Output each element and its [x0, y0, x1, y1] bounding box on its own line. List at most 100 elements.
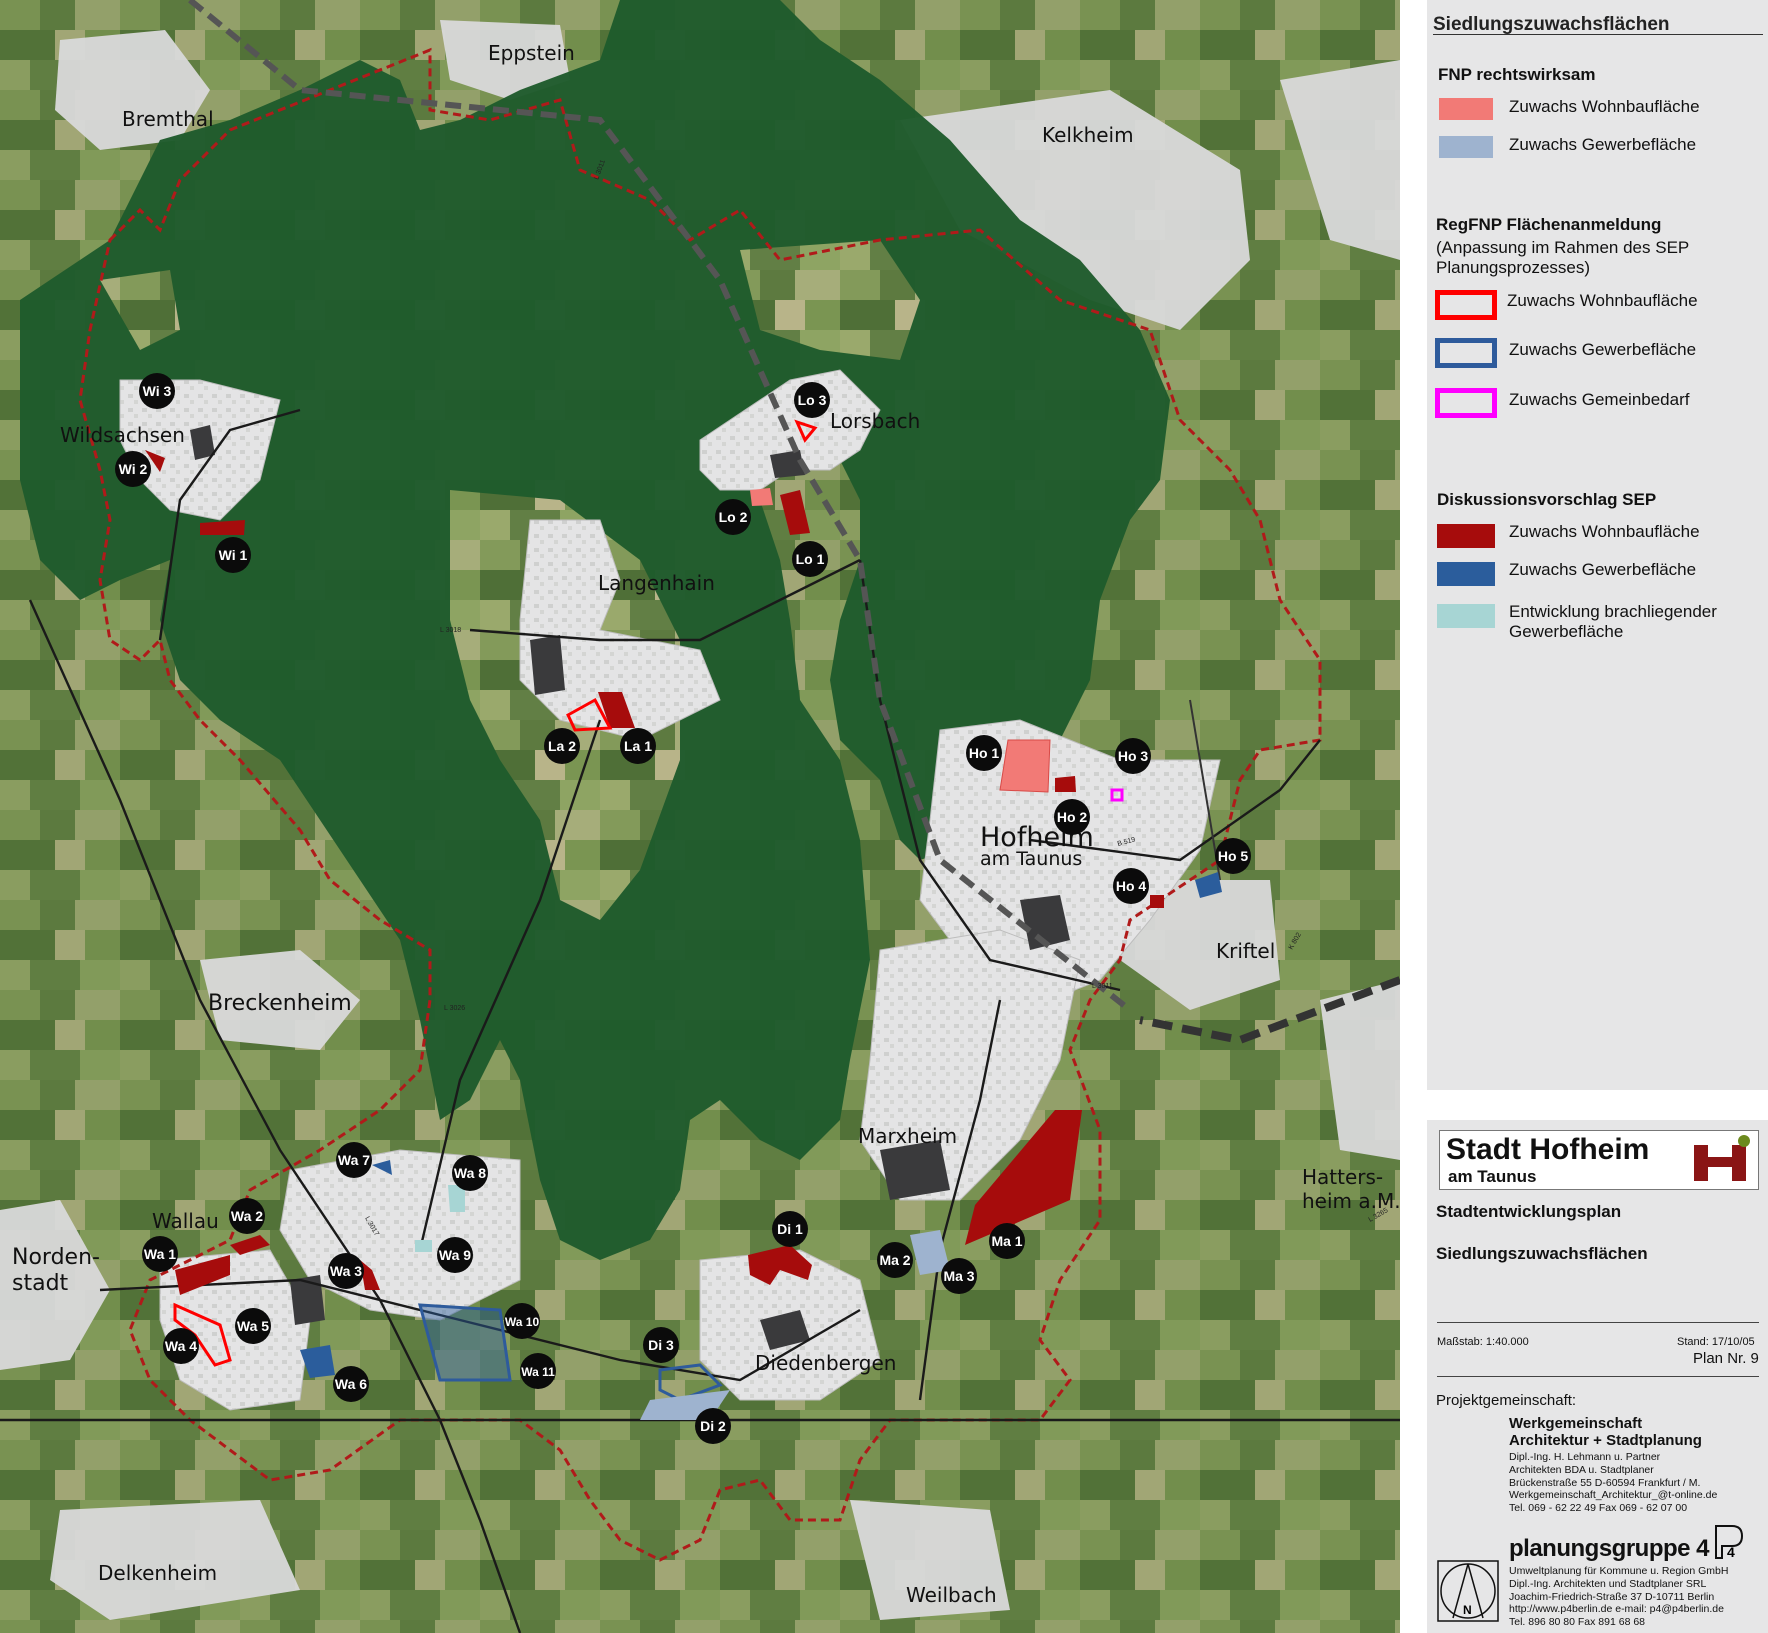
- area-marker[interactable]: Wi 3: [139, 373, 175, 409]
- aerial-map: Eppstein Bremthal Kelkheim Lorsbach Wild…: [0, 0, 1400, 1633]
- area-marker[interactable]: La 1: [620, 728, 656, 764]
- area-marker[interactable]: Di 2: [695, 1408, 731, 1444]
- area-marker[interactable]: Ho 1: [966, 735, 1002, 771]
- place-nordenstadt-1: Norden-: [12, 1245, 100, 1270]
- firm2-line: http://www.p4berlin.de e-mail: p4@p4berl…: [1509, 1603, 1724, 1616]
- legend-label: Zuwachs Gewerbefläche: [1509, 560, 1697, 579]
- area-marker[interactable]: Wi 2: [115, 451, 151, 487]
- area-marker[interactable]: Wa 7: [336, 1142, 372, 1178]
- area-marker[interactable]: Wa 11: [520, 1353, 556, 1389]
- project-label: Projektgemeinschaft:: [1436, 1392, 1577, 1409]
- area-marker[interactable]: Ho 2: [1054, 799, 1090, 835]
- marker-label: Ho 3: [1118, 748, 1149, 764]
- marker-label: Ma 1: [991, 1233, 1022, 1249]
- area-marker[interactable]: Ma 1: [989, 1223, 1025, 1259]
- area-marker[interactable]: Wa 2: [229, 1198, 265, 1234]
- area-marker[interactable]: Di 3: [643, 1327, 679, 1363]
- firm1-line: Dipl.-Ing. H. Lehmann u. Partner: [1509, 1451, 1661, 1463]
- area-marker[interactable]: Ma 3: [941, 1258, 977, 1294]
- area-marker[interactable]: Lo 1: [792, 541, 828, 577]
- area-marker[interactable]: Wa 9: [437, 1237, 473, 1273]
- marker-label: Di 3: [648, 1337, 674, 1353]
- firm1-name-1: Werkgemeinschaft: [1509, 1415, 1643, 1432]
- marker-label: Wa 3: [330, 1263, 362, 1279]
- place-nordenstadt-2: stadt: [12, 1271, 69, 1296]
- marker-label: Ho 4: [1116, 878, 1147, 894]
- swatch-sep-wohnbau: [1437, 524, 1495, 548]
- area-marker[interactable]: Wa 4: [163, 1328, 199, 1364]
- firm2-line: Umweltplanung für Kommune u. Region GmbH: [1509, 1565, 1729, 1577]
- area-marker[interactable]: Di 1: [772, 1211, 808, 1247]
- plan-scale: Maßstab: 1:40.000: [1437, 1336, 1529, 1348]
- area-marker[interactable]: La 2: [544, 728, 580, 764]
- legend-subheading-regfnp: (Anpassung im Rahmen des SEP Planungspro…: [1436, 238, 1689, 277]
- place-kelkheim: Kelkheim: [1042, 123, 1134, 147]
- title-block: Stadt Hofheim am Taunus Stadtentwicklung…: [1427, 1120, 1768, 1633]
- area-marker[interactable]: Wa 5: [235, 1308, 271, 1344]
- marker-label: Ma 3: [943, 1268, 974, 1284]
- marker-label: Ma 2: [879, 1252, 910, 1268]
- swatch-regfnp-wohnbau: [1435, 290, 1497, 320]
- legend-label: Zuwachs Wohnbaufläche: [1509, 97, 1700, 116]
- marker-label: Ho 2: [1057, 809, 1088, 825]
- marker-label: Lo 2: [719, 509, 748, 525]
- marker-label: Lo 1: [796, 551, 825, 567]
- legend-rule: [1433, 34, 1763, 35]
- firm2-line: Tel. 896 80 80 Fax 891 68 68: [1509, 1616, 1646, 1629]
- area-marker[interactable]: Wi 1: [215, 537, 251, 573]
- marker-label: Wa 11: [521, 1365, 555, 1379]
- road-label: L 3018: [440, 627, 461, 634]
- firm1-line: Tel. 069 - 62 22 49 Fax 069 - 62 07 00: [1509, 1502, 1688, 1515]
- north-label: N: [1463, 1603, 1472, 1617]
- firm1-details: Dipl.-Ing. H. Lehmann u. Partner Archite…: [1509, 1451, 1764, 1515]
- area-marker[interactable]: Wa 8: [452, 1155, 488, 1191]
- marker-label: La 1: [624, 738, 652, 754]
- marker-label: Wi 3: [143, 383, 172, 399]
- area-marker[interactable]: Wa 3: [328, 1253, 364, 1289]
- area-marker[interactable]: Lo 3: [794, 382, 830, 418]
- city-logo-icon: [1694, 1135, 1750, 1181]
- side-panel: Siedlungszuwachsflächen FNP rechtswirksa…: [1427, 0, 1768, 1633]
- legend-label: Zuwachs Wohnbaufläche: [1507, 291, 1698, 310]
- marker-label: Wi 2: [119, 461, 148, 477]
- swatch-fnp-wohnbau: [1439, 98, 1493, 120]
- place-lorsbach: Lorsbach: [830, 409, 920, 433]
- area-marker[interactable]: Wa 1: [142, 1236, 178, 1272]
- firm2-line: Joachim-Friedrich-Straße 37 D-10711 Berl…: [1509, 1590, 1715, 1603]
- place-wildsachsen: Wildsachsen: [60, 423, 185, 447]
- plan-title: Stadtentwicklungsplan: [1436, 1202, 1622, 1221]
- plan-number: Plan Nr. 9: [1693, 1350, 1759, 1367]
- city-sub: am Taunus: [1448, 1167, 1537, 1186]
- firm2-details: Umweltplanung für Kommune u. Region GmbH…: [1509, 1565, 1764, 1629]
- swatch-sep-gewerbe: [1437, 562, 1495, 586]
- legend-label: Zuwachs Gewerbefläche: [1509, 135, 1697, 154]
- planungsgruppe-logo-icon: 4: [1715, 1525, 1744, 1560]
- area-marker[interactable]: Ho 5: [1215, 838, 1251, 874]
- place-langenhain: Langenhain: [598, 571, 715, 595]
- marker-label: Wa 4: [165, 1338, 197, 1354]
- firm1-name-2: Architektur + Stadtplanung: [1509, 1432, 1702, 1449]
- firm1-line: Werkgemeinschaft_Architektur_@t-online.d…: [1509, 1489, 1718, 1502]
- title-block-header: Stadt Hofheim am Taunus: [1439, 1130, 1759, 1190]
- place-wallau: Wallau: [152, 1209, 219, 1233]
- marker-label: La 2: [548, 738, 576, 754]
- firm2-name: planungsgruppe 4: [1509, 1535, 1710, 1562]
- area-marker[interactable]: Ho 4: [1113, 868, 1149, 904]
- road-label: L 3011: [1092, 983, 1113, 990]
- area-marker[interactable]: Lo 2: [715, 499, 751, 535]
- legend-label: Zuwachs Gemeinbedarf: [1509, 390, 1690, 409]
- area-marker[interactable]: Ma 2: [877, 1242, 913, 1278]
- title-block-rule: [1437, 1322, 1759, 1323]
- place-breckenheim: Breckenheim: [208, 991, 352, 1016]
- place-hattersheim-1: Hatters-: [1302, 1165, 1383, 1189]
- swatch-fnp-gewerbe: [1439, 136, 1493, 158]
- area-marker[interactable]: Wa 10: [504, 1303, 540, 1339]
- marker-label: Lo 3: [798, 392, 827, 408]
- marker-label: Ho 5: [1218, 848, 1249, 864]
- place-delkenheim: Delkenheim: [98, 1561, 217, 1585]
- area-marker[interactable]: Ho 3: [1115, 738, 1151, 774]
- swatch-regfnp-gewerbe: [1435, 338, 1497, 368]
- svg-text:4: 4: [1727, 1544, 1735, 1560]
- area-marker[interactable]: Wa 6: [333, 1366, 369, 1402]
- firm1-line: Architekten BDA u. Stadtplaner: [1509, 1463, 1654, 1476]
